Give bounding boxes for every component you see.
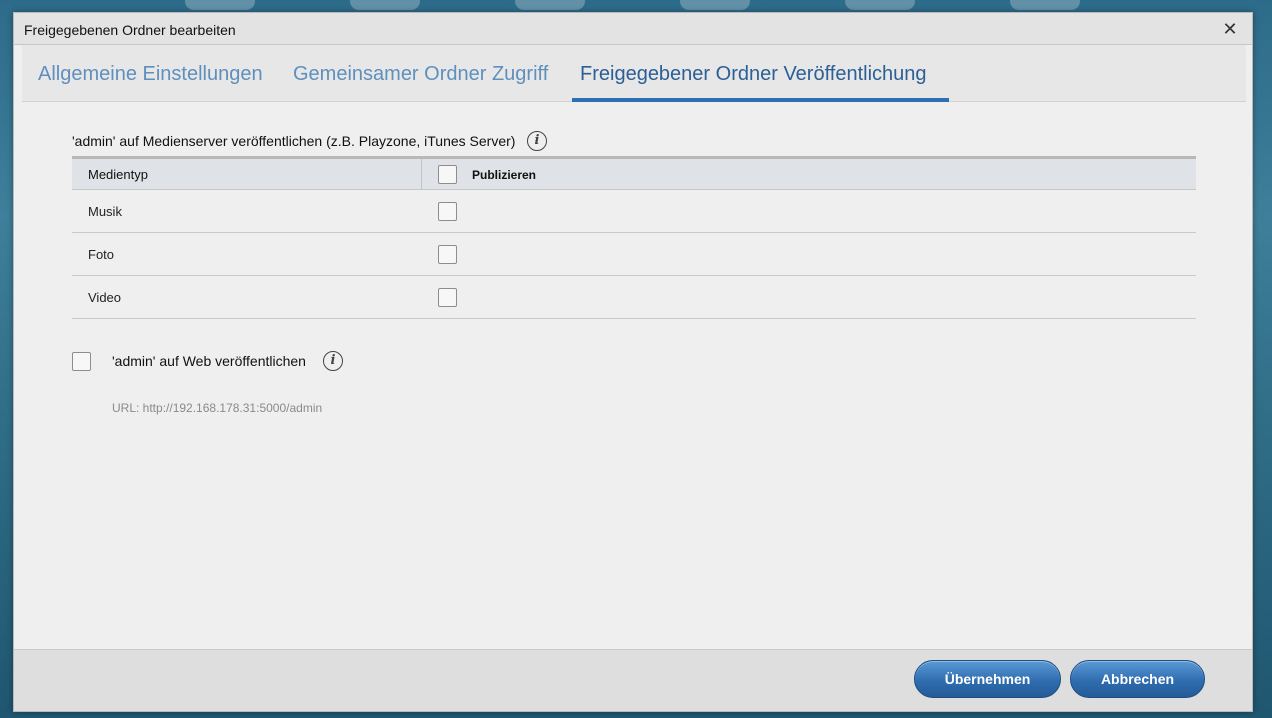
table-row: Video xyxy=(72,276,1196,319)
close-icon[interactable]: ✕ xyxy=(1222,20,1238,38)
info-icon[interactable]: i xyxy=(527,131,547,151)
column-divider xyxy=(421,159,422,190)
tab-shared-folder-publishing[interactable]: Freigegebener Ordner Veröffentlichung xyxy=(580,63,927,86)
active-tab-indicator xyxy=(572,98,949,102)
table-header: Medientyp Publizieren xyxy=(72,156,1196,190)
dialog-footer: Übernehmen Abbrechen xyxy=(14,649,1252,711)
media-type-table: Medientyp Publizieren Musik Foto Video xyxy=(72,156,1196,319)
media-type-video: Video xyxy=(88,290,122,305)
cancel-button[interactable]: Abbrechen xyxy=(1070,660,1205,698)
web-url: URL: http://192.168.178.31:5000/admin xyxy=(112,401,323,415)
media-type-photo: Foto xyxy=(88,247,115,262)
table-row: Foto xyxy=(72,233,1196,276)
publish-web-checkbox[interactable] xyxy=(72,352,91,371)
publish-video-checkbox[interactable] xyxy=(438,288,457,307)
column-header-media-type: Medientyp xyxy=(88,167,148,182)
tab-shared-folder-access[interactable]: Gemeinsamer Ordner Zugriff xyxy=(293,63,548,86)
web-publish-label: 'admin' auf Web veröffentlichen xyxy=(112,353,306,369)
desktop-icon xyxy=(845,0,915,10)
edit-shared-folder-dialog: Freigegebenen Ordner bearbeiten ✕ Allgem… xyxy=(13,12,1253,712)
desktop-icon xyxy=(185,0,255,10)
dialog-title: Freigegebenen Ordner bearbeiten xyxy=(24,22,236,38)
info-icon[interactable]: i xyxy=(323,351,343,371)
tab-bar: Allgemeine Einstellungen Gemeinsamer Ord… xyxy=(22,45,1246,102)
dialog-titlebar: Freigegebenen Ordner bearbeiten ✕ xyxy=(14,13,1252,45)
desktop-icon xyxy=(515,0,585,10)
column-header-publish: Publizieren xyxy=(472,168,537,182)
apply-button[interactable]: Übernehmen xyxy=(914,660,1061,698)
desktop-icon xyxy=(1010,0,1080,10)
publish-photo-checkbox[interactable] xyxy=(438,245,457,264)
desktop-icon xyxy=(680,0,750,10)
tab-general-settings[interactable]: Allgemeine Einstellungen xyxy=(38,63,263,86)
publish-music-checkbox[interactable] xyxy=(438,202,457,221)
table-row: Musik xyxy=(72,190,1196,233)
publish-all-checkbox[interactable] xyxy=(438,165,457,184)
media-type-music: Musik xyxy=(88,204,122,219)
media-server-publish-label: 'admin' auf Medienserver veröffentlichen… xyxy=(72,133,516,149)
desktop-icon xyxy=(350,0,420,10)
